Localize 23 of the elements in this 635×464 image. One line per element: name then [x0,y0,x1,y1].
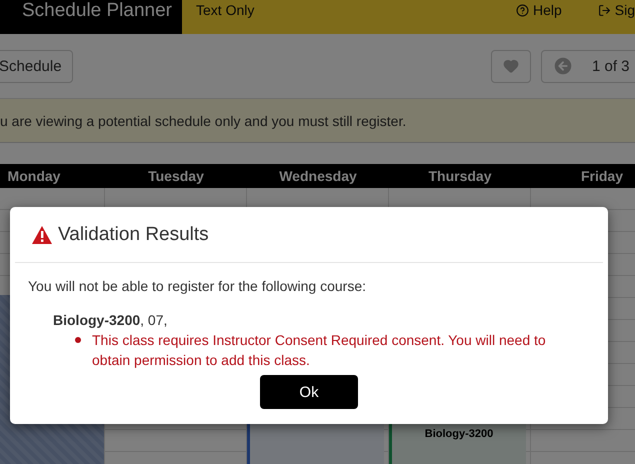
sign-out-icon [598,4,611,16]
schedule-button[interactable]: Schedule [0,50,73,82]
help-icon [516,4,529,16]
day-header: Wednesday [278,168,358,184]
ok-button[interactable]: Ok [260,375,358,409]
bullet-icon [75,337,81,343]
app-title: Schedule Planner [0,0,182,34]
nav-link[interactable]: Sig [598,0,635,20]
dialog-message: You will not be able to register for the following course: [28,278,368,294]
day-header: Tuesday [147,168,205,184]
nav-link[interactable]: Help [516,0,584,20]
nav-link[interactable]: Text Only [196,0,276,20]
notice-text: u are viewing a potential schedule only and you must still register. [0,112,406,128]
course-line: Biology-3200, 07, [53,312,168,328]
day-header: Friday [580,168,624,184]
day-header: Monday [6,168,62,184]
error-message: This class requires Instructor Consent Required consent. You will need to obtain permission to add this class. [92,332,546,368]
pager-button[interactable]: 1 of 3 [541,50,635,82]
dialog-title: Validation Results [58,224,209,246]
warning-icon [32,226,52,244]
heart-icon [503,58,519,74]
day-header: Thursday [427,168,492,184]
arrow-left-icon [552,55,574,77]
